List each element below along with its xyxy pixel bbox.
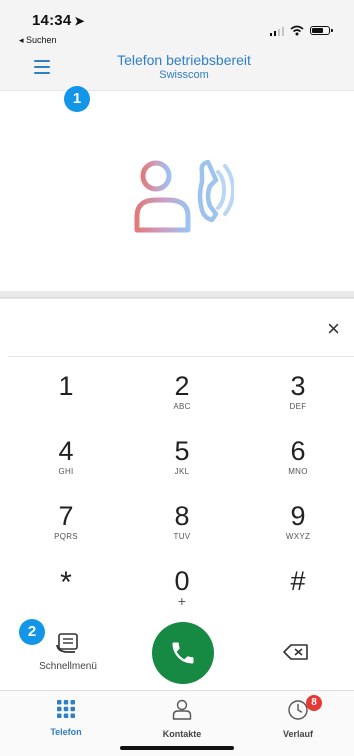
dial-input-underline	[8, 356, 354, 357]
backspace-icon	[283, 644, 308, 660]
header-title: Telefon betriebsbereit	[117, 52, 251, 68]
dial-key-4[interactable]: 4 GHI	[21, 437, 111, 476]
tab-kontakte-label: Kontakte	[162, 729, 202, 739]
hamburger-menu-button[interactable]	[34, 60, 52, 74]
dial-key-hash[interactable]: #	[253, 567, 343, 597]
tab-verlauf[interactable]: 8 Verlauf	[258, 695, 338, 739]
person-icon	[172, 699, 192, 720]
tab-telefon-label: Telefon	[50, 727, 82, 737]
app-header: Telefon betriebsbereit Swisscom	[0, 48, 354, 91]
dial-key-6[interactable]: 6 MNO	[253, 437, 343, 476]
call-button[interactable]	[152, 622, 214, 684]
contact-call-illustration	[134, 159, 234, 233]
tab-verlauf-label: Verlauf	[282, 729, 313, 739]
dial-key-3[interactable]: 3 DEF	[253, 372, 343, 411]
status-bar: 14:34 ➤ ◂ Suchen	[0, 0, 354, 48]
dial-key-1[interactable]: 1	[21, 372, 111, 402]
dial-key-star[interactable]: *	[21, 567, 111, 601]
tab-telefon[interactable]: Telefon	[26, 699, 106, 737]
signal-icon	[269, 26, 284, 36]
dial-key-2[interactable]: 2 ABC	[137, 372, 227, 411]
status-time: 14:34 ➤	[32, 12, 85, 29]
status-icons	[269, 25, 333, 36]
quick-menu-label: Schnellmenü	[39, 661, 97, 672]
dial-key-7[interactable]: 7 PQRS	[21, 502, 111, 541]
back-to-search-link[interactable]: ◂ Suchen	[19, 35, 57, 46]
home-indicator	[120, 746, 234, 750]
dialpad-grid-icon	[57, 700, 75, 718]
dial-key-0[interactable]: 0 +	[137, 567, 227, 609]
dial-key-8[interactable]: 8 TUV	[137, 502, 227, 541]
quick-menu-button[interactable]: Schnellmenü	[28, 632, 108, 672]
location-arrow-icon: ➤	[74, 14, 85, 28]
clear-number-button[interactable]: ×	[327, 318, 340, 340]
annotation-badge-1: 1	[64, 86, 90, 112]
battery-icon	[310, 26, 333, 35]
history-notification-badge: 8	[306, 695, 322, 711]
header-subtitle: Swisscom	[159, 69, 209, 81]
backspace-button[interactable]	[283, 643, 309, 666]
dial-key-5[interactable]: 5 JKL	[137, 437, 227, 476]
tab-kontakte[interactable]: Kontakte	[142, 699, 222, 739]
dial-key-9[interactable]: 9 WXYZ	[253, 502, 343, 541]
phone-icon	[172, 642, 194, 664]
quick-menu-icon	[56, 633, 78, 653]
wifi-icon	[290, 25, 304, 36]
divider-line	[0, 297, 354, 298]
